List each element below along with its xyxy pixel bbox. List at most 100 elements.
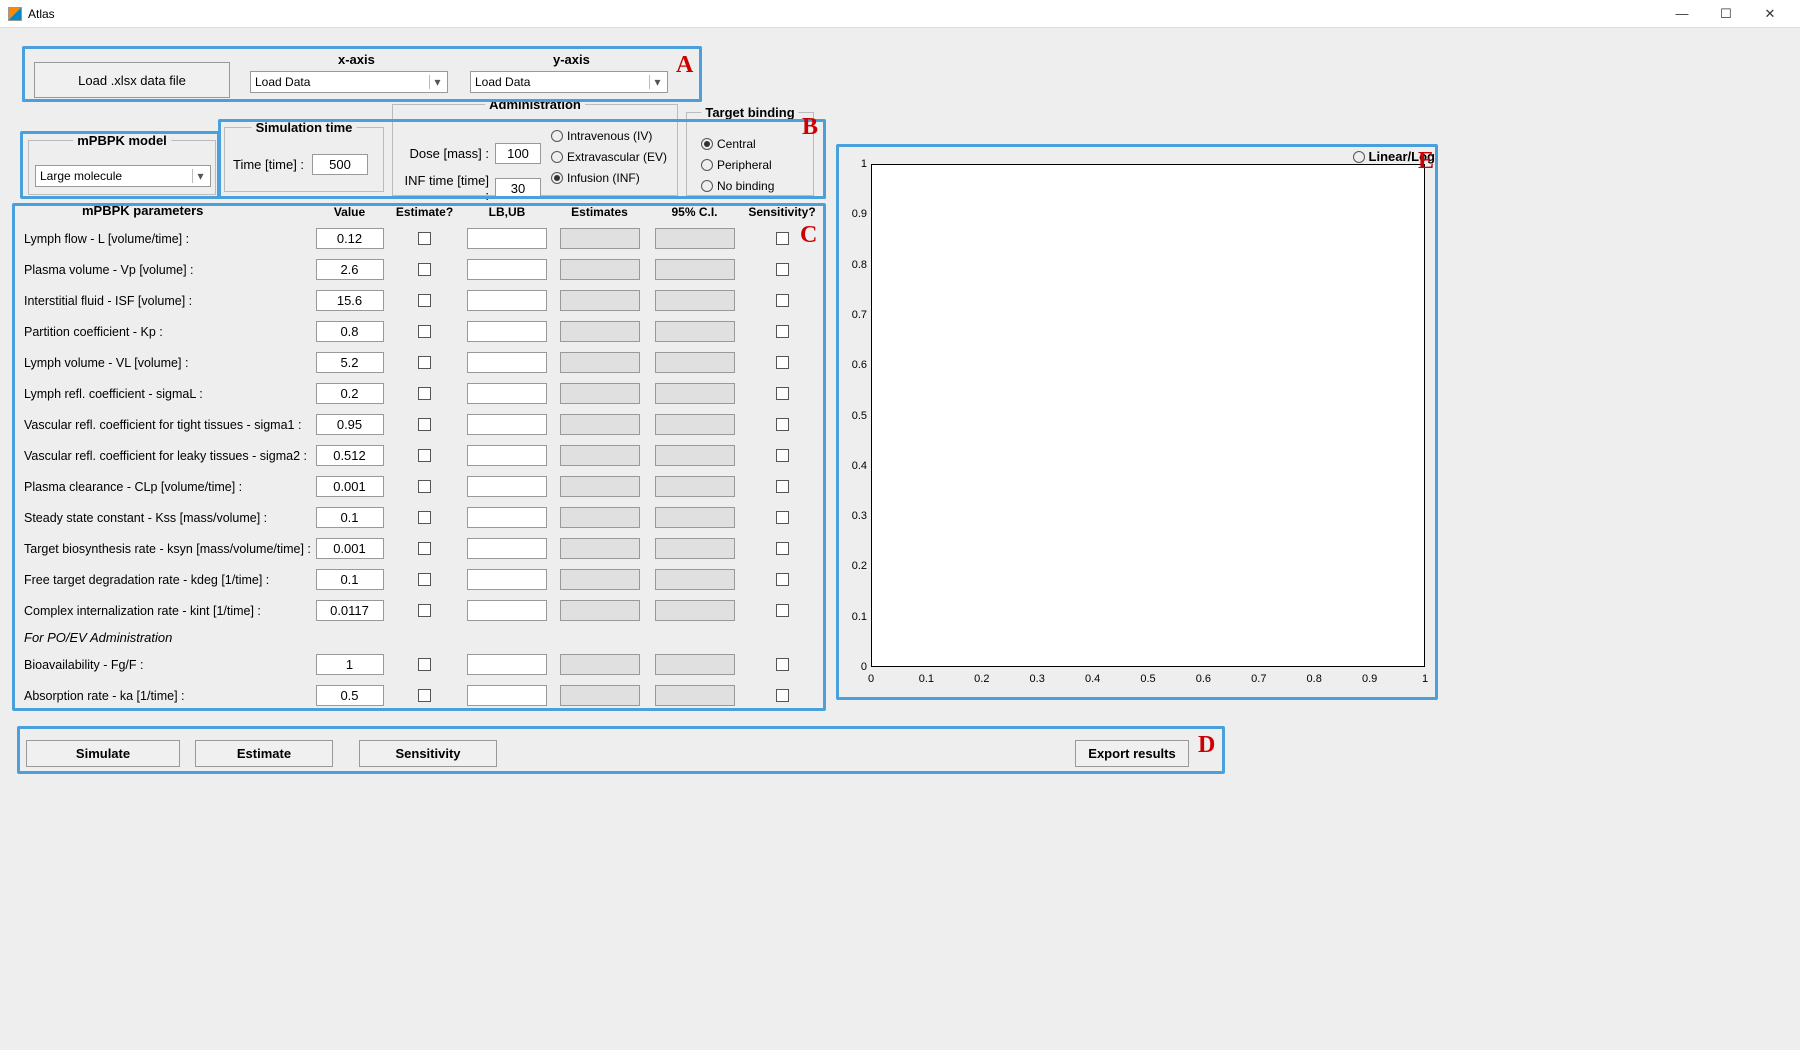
- lbub-input[interactable]: [467, 569, 547, 590]
- estimate-checkbox[interactable]: [418, 480, 431, 493]
- estimate-checkbox[interactable]: [418, 387, 431, 400]
- sensitivity-checkbox[interactable]: [776, 689, 789, 702]
- time-input[interactable]: 500: [312, 154, 368, 175]
- target-central-radio[interactable]: Central: [701, 135, 774, 153]
- estimate-checkbox[interactable]: [418, 604, 431, 617]
- estimate-checkbox[interactable]: [418, 511, 431, 524]
- param-value-input[interactable]: 0.001: [316, 538, 384, 559]
- param-value-input[interactable]: 1: [316, 654, 384, 675]
- minimize-button[interactable]: —: [1660, 0, 1704, 28]
- estimates-display: [560, 290, 640, 311]
- target-none-radio[interactable]: No binding: [701, 177, 774, 195]
- route-inf-radio[interactable]: Infusion (INF): [551, 169, 667, 187]
- lbub-input[interactable]: [467, 352, 547, 373]
- section-label-A: A: [676, 52, 693, 79]
- maximize-button[interactable]: ☐: [1704, 0, 1748, 28]
- lbub-input[interactable]: [467, 654, 547, 675]
- estimate-checkbox[interactable]: [418, 573, 431, 586]
- ci-display: [655, 685, 735, 706]
- estimate-checkbox[interactable]: [418, 294, 431, 307]
- lbub-input[interactable]: [467, 445, 547, 466]
- lbub-input[interactable]: [467, 259, 547, 280]
- dose-input[interactable]: 100: [495, 143, 541, 164]
- param-value-input[interactable]: 0.5: [316, 685, 384, 706]
- sensitivity-checkbox[interactable]: [776, 511, 789, 524]
- param-label: Free target degradation rate - kdeg [1/t…: [22, 573, 312, 587]
- estimate-checkbox[interactable]: [418, 263, 431, 276]
- param-row: Lymph refl. coefficient - sigmaL :0.2: [22, 378, 822, 409]
- param-value-input[interactable]: 2.6: [316, 259, 384, 280]
- plot-area[interactable]: [871, 164, 1425, 667]
- sensitivity-checkbox[interactable]: [776, 542, 789, 555]
- route-ev-radio[interactable]: Extravascular (EV): [551, 148, 667, 166]
- lbub-input[interactable]: [467, 321, 547, 342]
- param-value-input[interactable]: 0.001: [316, 476, 384, 497]
- param-label: Lymph volume - VL [volume] :: [22, 356, 312, 370]
- param-label: Bioavailability - Fg/F :: [22, 658, 312, 672]
- sensitivity-checkbox[interactable]: [776, 480, 789, 493]
- param-value-input[interactable]: 0.2: [316, 383, 384, 404]
- sensitivity-checkbox[interactable]: [776, 449, 789, 462]
- chevron-down-icon: ▾: [649, 75, 663, 89]
- route-iv-radio[interactable]: Intravenous (IV): [551, 127, 667, 145]
- param-row: Bioavailability - Fg/F : 1: [22, 649, 822, 680]
- linear-log-toggle[interactable]: Linear/Log: [1353, 149, 1435, 164]
- param-label: Vascular refl. coefficient for leaky tis…: [22, 449, 312, 463]
- x-axis-dropdown[interactable]: Load Data ▾: [250, 71, 448, 93]
- sensitivity-checkbox[interactable]: [776, 387, 789, 400]
- sensitivity-checkbox[interactable]: [776, 418, 789, 431]
- param-value-input[interactable]: 0.512: [316, 445, 384, 466]
- sensitivity-checkbox[interactable]: [776, 263, 789, 276]
- param-value-input[interactable]: 0.0117: [316, 600, 384, 621]
- lbub-input[interactable]: [467, 600, 547, 621]
- param-value-input[interactable]: 0.12: [316, 228, 384, 249]
- param-label: Complex internalization rate - kint [1/t…: [22, 604, 312, 618]
- sensitivity-checkbox[interactable]: [776, 356, 789, 369]
- header-lbub: LB,UB: [462, 205, 552, 219]
- ci-display: [655, 476, 735, 497]
- param-value-input[interactable]: 5.2: [316, 352, 384, 373]
- x-tick: 0.1: [919, 673, 934, 685]
- param-value-input[interactable]: 0.1: [316, 569, 384, 590]
- y-axis-dropdown[interactable]: Load Data ▾: [470, 71, 668, 93]
- estimates-display: [560, 321, 640, 342]
- lbub-input[interactable]: [467, 507, 547, 528]
- sensitivity-checkbox[interactable]: [776, 658, 789, 671]
- estimate-button[interactable]: Estimate: [195, 740, 333, 767]
- sensitivity-checkbox[interactable]: [776, 325, 789, 338]
- lbub-input[interactable]: [467, 414, 547, 435]
- simulate-button[interactable]: Simulate: [26, 740, 180, 767]
- estimate-checkbox[interactable]: [418, 542, 431, 555]
- estimate-checkbox[interactable]: [418, 325, 431, 338]
- close-button[interactable]: ✕: [1748, 0, 1792, 28]
- estimate-checkbox[interactable]: [418, 689, 431, 702]
- param-value-input[interactable]: 0.1: [316, 507, 384, 528]
- sensitivity-checkbox[interactable]: [776, 232, 789, 245]
- export-results-button[interactable]: Export results: [1075, 740, 1189, 767]
- param-value-input[interactable]: 0.8: [316, 321, 384, 342]
- target-peripheral-radio[interactable]: Peripheral: [701, 156, 774, 174]
- lbub-input[interactable]: [467, 290, 547, 311]
- load-data-button[interactable]: Load .xlsx data file: [34, 62, 230, 98]
- lbub-input[interactable]: [467, 476, 547, 497]
- sensitivity-checkbox[interactable]: [776, 294, 789, 307]
- ci-display: [655, 414, 735, 435]
- estimate-checkbox[interactable]: [418, 232, 431, 245]
- estimate-checkbox[interactable]: [418, 658, 431, 671]
- lbub-input[interactable]: [467, 685, 547, 706]
- param-value-input[interactable]: 0.95: [316, 414, 384, 435]
- estimates-display: [560, 476, 640, 497]
- param-value-input[interactable]: 15.6: [316, 290, 384, 311]
- inf-time-input[interactable]: 30: [495, 178, 541, 199]
- sensitivity-button[interactable]: Sensitivity: [359, 740, 497, 767]
- sensitivity-checkbox[interactable]: [776, 604, 789, 617]
- estimate-checkbox[interactable]: [418, 418, 431, 431]
- model-dropdown[interactable]: Large molecule ▾: [35, 165, 211, 187]
- lbub-input[interactable]: [467, 383, 547, 404]
- sensitivity-checkbox[interactable]: [776, 573, 789, 586]
- estimate-checkbox[interactable]: [418, 356, 431, 369]
- lbub-input[interactable]: [467, 538, 547, 559]
- lbub-input[interactable]: [467, 228, 547, 249]
- estimate-checkbox[interactable]: [418, 449, 431, 462]
- estimates-display: [560, 259, 640, 280]
